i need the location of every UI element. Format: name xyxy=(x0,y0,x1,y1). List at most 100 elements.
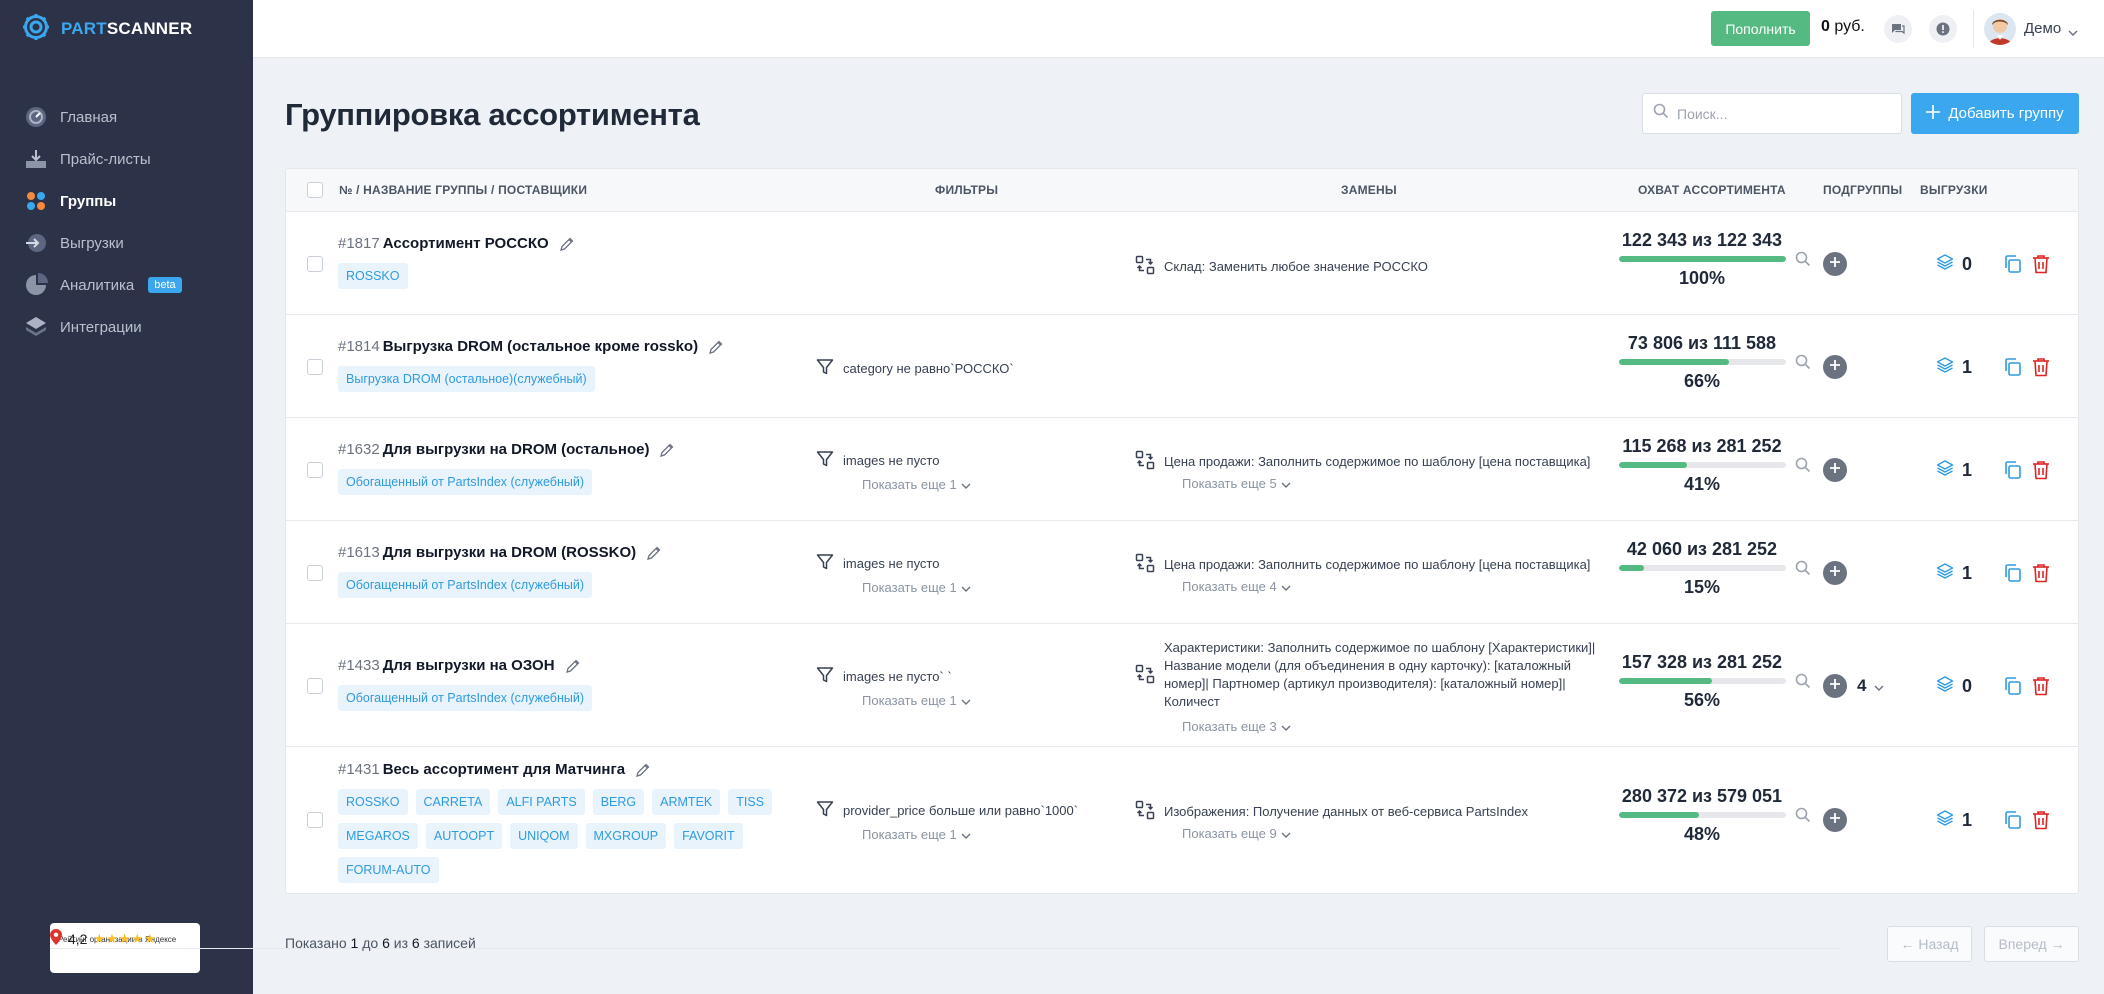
table-row[interactable]: #1632 Для выгрузки на DROM (остальное) Обо… xyxy=(286,418,2078,521)
group-name[interactable]: Выгрузка DROM (остальное кроме rossko) xyxy=(383,338,698,355)
magnifier-icon[interactable] xyxy=(1795,807,1811,828)
group-name[interactable]: Для выгрузки на DROM (ROSSKO) xyxy=(383,544,636,561)
trash-icon[interactable] xyxy=(2032,254,2050,279)
group-name[interactable]: Ассортимент РОССКО xyxy=(383,235,549,252)
supplier-tag[interactable]: ALFI PARTS xyxy=(498,789,585,815)
supplier-tag[interactable]: TISS xyxy=(728,789,773,815)
nav-item-1[interactable]: Прайс-листы xyxy=(0,138,253,180)
search-input[interactable] xyxy=(1677,105,1877,122)
supplier-tag[interactable]: Обогащенный от PartsIndex (служебный) xyxy=(338,469,592,495)
supplier-tag[interactable]: Выгрузка DROM (остальное)(служебный) xyxy=(338,366,595,392)
magnifier-icon[interactable] xyxy=(1795,673,1811,694)
supplier-tag[interactable]: MEGAROS xyxy=(338,823,418,849)
select-all-checkbox[interactable] xyxy=(307,182,323,198)
next-page-button[interactable]: Вперед → xyxy=(1984,926,2079,962)
filter-show-more[interactable]: Показать еще 1 xyxy=(862,580,971,595)
exports-count[interactable]: 1 xyxy=(1936,809,1972,832)
add-subgroup-button[interactable] xyxy=(1823,561,1847,585)
supplier-tag[interactable]: ROSSKO xyxy=(338,789,408,815)
add-subgroup-button[interactable] xyxy=(1823,458,1847,482)
copy-icon[interactable] xyxy=(2003,676,2023,701)
add-subgroup-button[interactable] xyxy=(1823,355,1847,379)
add-subgroup-button[interactable] xyxy=(1823,252,1847,276)
copy-icon[interactable] xyxy=(2003,460,2023,485)
group-name[interactable]: Для выгрузки на ОЗОН xyxy=(383,657,555,674)
topup-button[interactable]: Пополнить xyxy=(1711,11,1810,46)
copy-icon[interactable] xyxy=(2003,563,2023,588)
edit-icon[interactable] xyxy=(708,339,724,355)
magnifier-icon[interactable] xyxy=(1795,457,1811,478)
supplier-tag[interactable]: CARRETA xyxy=(415,789,491,815)
replacement-show-more[interactable]: Показать еще 4 xyxy=(1182,579,1291,594)
subgroup-count[interactable]: 4 xyxy=(1857,676,1884,696)
row-checkbox[interactable] xyxy=(307,359,323,375)
nav-item-3[interactable]: Выгрузки xyxy=(0,222,253,264)
supplier-tag[interactable]: MXGROUP xyxy=(585,823,667,849)
add-subgroup-button[interactable] xyxy=(1823,808,1847,832)
supplier-tag[interactable]: ARMTEK xyxy=(652,789,721,815)
row-checkbox[interactable] xyxy=(307,565,323,581)
table-row[interactable]: #1431 Весь ассортимент для Матчинга ROSSKO… xyxy=(286,747,2078,893)
nav-item-4[interactable]: Аналитика beta xyxy=(0,264,253,306)
supplier-tag[interactable]: Обогащенный от PartsIndex (служебный) xyxy=(338,572,592,598)
search-box[interactable] xyxy=(1642,93,1902,134)
edit-icon[interactable] xyxy=(646,545,662,561)
group-name[interactable]: Для выгрузки на DROM (остальное) xyxy=(383,441,650,458)
edit-icon[interactable] xyxy=(565,658,581,674)
row-checkbox[interactable] xyxy=(307,256,323,272)
supplier-tag[interactable]: BERG xyxy=(592,789,645,815)
chat-icon[interactable] xyxy=(1884,15,1912,43)
user-avatar[interactable] xyxy=(1984,13,2016,45)
nav-item-0[interactable]: Главная xyxy=(0,96,253,138)
exports-count[interactable]: 1 xyxy=(1936,356,1972,379)
edit-icon[interactable] xyxy=(635,762,651,778)
magnifier-icon[interactable] xyxy=(1795,354,1811,375)
magnifier-icon[interactable] xyxy=(1795,560,1811,581)
filter-show-more[interactable]: Показать еще 1 xyxy=(862,477,971,492)
trash-icon[interactable] xyxy=(2032,357,2050,382)
replacement-show-more[interactable]: Показать еще 9 xyxy=(1182,826,1291,841)
magnifier-icon[interactable] xyxy=(1795,251,1811,272)
edit-icon[interactable] xyxy=(559,236,575,252)
supplier-tag[interactable]: ROSSKO xyxy=(338,263,408,289)
trash-icon[interactable] xyxy=(2032,563,2050,588)
prev-page-button[interactable]: ← Назад xyxy=(1887,926,1972,962)
replacement-show-more[interactable]: Показать еще 5 xyxy=(1182,476,1291,491)
yandex-rating-widget[interactable]: 4,2 ★★★★★ Рейтинг организации в Яндексе xyxy=(50,923,1842,973)
supplier-tag[interactable]: AUTOOPT xyxy=(425,823,503,849)
copy-icon[interactable] xyxy=(2003,254,2023,279)
table-row[interactable]: #1814 Выгрузка DROM (остальное кроме ross… xyxy=(286,315,2078,418)
exports-count[interactable]: 1 xyxy=(1936,459,1972,482)
nav-item-5[interactable]: Интеграции xyxy=(0,306,253,348)
supplier-tag[interactable]: Обогащенный от PartsIndex (служебный) xyxy=(338,685,592,711)
filter-show-more[interactable]: Показать еще 1 xyxy=(862,827,971,842)
copy-icon[interactable] xyxy=(2003,810,2023,835)
row-checkbox[interactable] xyxy=(307,812,323,828)
table-row[interactable]: #1817 Ассортимент РОССКО ROSSKO Склад: Заме… xyxy=(286,212,2078,315)
supplier-tag[interactable]: UNIQOM xyxy=(510,823,578,849)
supplier-tag[interactable]: FAVORIT xyxy=(674,823,743,849)
supplier-tag[interactable]: FORUM-AUTO xyxy=(338,857,439,883)
nav-item-2[interactable]: Группы xyxy=(0,180,253,222)
trash-icon[interactable] xyxy=(2032,676,2050,701)
table-row[interactable]: #1613 Для выгрузки на DROM (ROSSKO) Обогащ… xyxy=(286,521,2078,624)
copy-icon[interactable] xyxy=(2003,357,2023,382)
trash-icon[interactable] xyxy=(2032,810,2050,835)
exports-count[interactable]: 0 xyxy=(1936,253,1972,276)
add-subgroup-button[interactable] xyxy=(1823,674,1847,698)
user-name[interactable]: Демо xyxy=(2024,20,2061,37)
exports-count[interactable]: 1 xyxy=(1936,562,1972,585)
table-row[interactable]: #1433 Для выгрузки на ОЗОН Обогащенный от … xyxy=(286,624,2078,747)
exports-count[interactable]: 0 xyxy=(1936,675,1972,698)
row-checkbox[interactable] xyxy=(307,678,323,694)
chevron-down-icon[interactable] xyxy=(2068,23,2078,41)
alert-icon[interactable] xyxy=(1929,15,1957,43)
logo[interactable]: PARTSCANNER xyxy=(20,12,192,46)
edit-icon[interactable] xyxy=(659,442,675,458)
replacement-show-more[interactable]: Показать еще 3 xyxy=(1182,719,1291,734)
filter-show-more[interactable]: Показать еще 1 xyxy=(862,693,971,708)
group-name[interactable]: Весь ассортимент для Матчинга xyxy=(383,761,625,778)
trash-icon[interactable] xyxy=(2032,460,2050,485)
add-group-button[interactable]: Добавить группу xyxy=(1911,93,2079,134)
row-checkbox[interactable] xyxy=(307,462,323,478)
